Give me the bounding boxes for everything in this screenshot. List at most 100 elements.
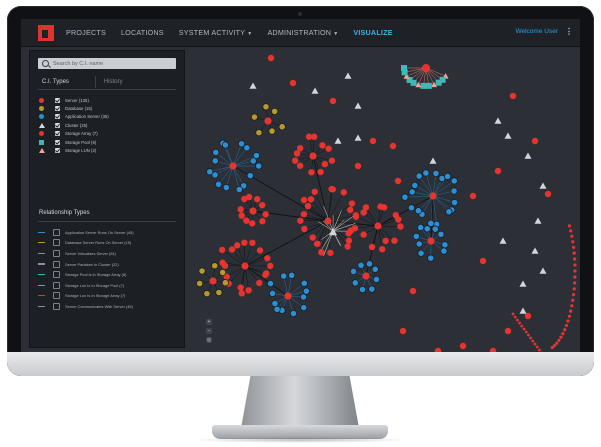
checkbox[interactable] [53, 271, 60, 279]
kebab-menu-icon[interactable]: ⋮ [565, 27, 573, 36]
graph-node-app-server[interactable] [357, 261, 365, 269]
relationship-row[interactable]: Storage Lun Is In Storage Array (7) [38, 291, 180, 302]
graph-node-server[interactable] [362, 272, 370, 280]
graph-node-server[interactable] [516, 318, 519, 322]
graph-node-server[interactable] [219, 259, 226, 266]
graph-node-app-server[interactable] [300, 303, 308, 312]
graph-node-server[interactable] [394, 177, 402, 185]
graph-node-server[interactable] [264, 255, 271, 262]
graph-node-cluster[interactable] [311, 87, 319, 94]
graph-node-app-server[interactable] [427, 254, 435, 262]
graph-node-server[interactable] [228, 246, 236, 253]
graph-node-app-server[interactable] [249, 157, 257, 165]
graph-node-server[interactable] [233, 242, 241, 249]
graph-node-app-server[interactable] [371, 265, 379, 273]
graph-node-server[interactable] [300, 196, 308, 204]
graph-node-app-server[interactable] [365, 260, 374, 268]
graph-node-app-server[interactable] [408, 188, 416, 196]
graph-node-server[interactable] [352, 213, 360, 220]
graph-node-database[interactable] [196, 279, 204, 288]
zoom-out-button[interactable]: − [206, 328, 212, 334]
graph-node-server[interactable] [573, 257, 577, 261]
graph-node-cluster[interactable] [539, 182, 547, 189]
graph-node-server[interactable] [262, 211, 269, 218]
graph-node-server[interactable] [509, 92, 517, 100]
graph-node-app-server[interactable] [246, 172, 254, 180]
graph-node-cluster[interactable] [519, 280, 527, 287]
graph-node-server[interactable] [557, 338, 561, 342]
graph-node-storage-pool[interactable] [425, 82, 432, 89]
graph-node-server[interactable] [245, 287, 252, 294]
graph-node-server[interactable] [307, 196, 315, 203]
graph-node-server[interactable] [243, 217, 250, 224]
checkbox[interactable] [53, 260, 60, 268]
graph-node-server[interactable] [531, 339, 535, 343]
graph-node-server[interactable] [329, 186, 337, 193]
graph-node-server[interactable] [533, 342, 537, 346]
relationship-row[interactable]: Storage Pool is In Storage Array (6) [38, 269, 180, 280]
graph-node-server[interactable] [573, 281, 577, 285]
tab-history[interactable]: History [94, 76, 127, 88]
graph-node-server[interactable] [237, 206, 244, 213]
graph-node-app-server[interactable] [432, 169, 440, 177]
graph-node-cluster[interactable] [344, 72, 352, 79]
graph-node-server[interactable] [267, 54, 275, 62]
graph-node-app-server[interactable] [437, 230, 445, 238]
checkbox[interactable] [55, 122, 60, 128]
graph-node-server[interactable] [397, 223, 404, 230]
graph-node-database[interactable] [219, 268, 227, 277]
graph-node-server[interactable] [573, 275, 577, 279]
graph-node-app-server[interactable] [414, 207, 422, 215]
nav-item-locations[interactable]: LOCATIONS [121, 28, 164, 37]
graph-node-server[interactable] [564, 323, 569, 328]
graph-node-server[interactable] [571, 245, 576, 249]
graph-node-server[interactable] [429, 192, 437, 200]
graph-node-app-server[interactable] [423, 225, 431, 233]
graph-node-app-server[interactable] [351, 279, 359, 287]
graph-node-server[interactable] [347, 206, 354, 214]
graph-node-server[interactable] [256, 279, 263, 287]
graph-node-server[interactable] [249, 239, 256, 247]
graph-node-server[interactable] [513, 315, 517, 319]
checkbox[interactable] [55, 114, 60, 120]
graph-node-cluster[interactable] [531, 247, 539, 254]
graph-node-server[interactable] [325, 145, 332, 152]
nav-item-administration[interactable]: ADMINISTRATION ▼ [267, 28, 338, 37]
graph-node-database[interactable] [203, 290, 211, 298]
graph-node-cluster[interactable] [519, 307, 527, 314]
graph-node-cluster[interactable] [504, 132, 512, 139]
graph-node-app-server[interactable] [417, 223, 425, 232]
graph-node-app-server[interactable] [266, 279, 275, 288]
checkbox[interactable] [55, 131, 60, 137]
graph-node-server[interactable] [569, 309, 573, 313]
graph-node-server[interactable] [569, 229, 573, 233]
graph-node-cluster[interactable] [429, 157, 437, 164]
graph-node-database[interactable] [278, 123, 286, 131]
graph-node-app-server[interactable] [222, 183, 230, 192]
relationship-row[interactable]: Server Virtualizes Server (81) [38, 248, 180, 259]
graph-node-server[interactable] [566, 319, 570, 323]
graph-node-server[interactable] [267, 262, 274, 270]
graph-node-server[interactable] [308, 169, 315, 176]
graph-node-server[interactable] [348, 200, 356, 207]
ci-type-row[interactable]: Cluster (25) [38, 121, 178, 129]
ci-type-row[interactable]: Storage LUN (2) [38, 146, 178, 154]
graph-node-app-server[interactable] [299, 293, 308, 301]
graph-node-server[interactable] [567, 224, 572, 228]
graph-node-server[interactable] [422, 64, 430, 72]
graph-node-server[interactable] [256, 247, 264, 254]
graph-node-app-server[interactable] [255, 162, 263, 170]
graph-node-server[interactable] [301, 225, 308, 233]
graph-node-server[interactable] [345, 230, 352, 237]
graph-node-app-server[interactable] [235, 185, 243, 194]
graph-node-server[interactable] [311, 188, 318, 195]
graph-node-server[interactable] [570, 304, 574, 308]
graph-node-app-server[interactable] [415, 240, 423, 248]
graph-node-server[interactable] [522, 327, 526, 331]
graph-node-app-server[interactable] [288, 271, 296, 279]
graph-node-server[interactable] [318, 249, 325, 256]
graph-node-database[interactable] [250, 113, 259, 121]
graph-node-server[interactable] [409, 287, 417, 295]
relationship-row[interactable]: Database Server Runs On Server (15) [38, 238, 180, 249]
graph-node-server[interactable] [237, 284, 244, 291]
